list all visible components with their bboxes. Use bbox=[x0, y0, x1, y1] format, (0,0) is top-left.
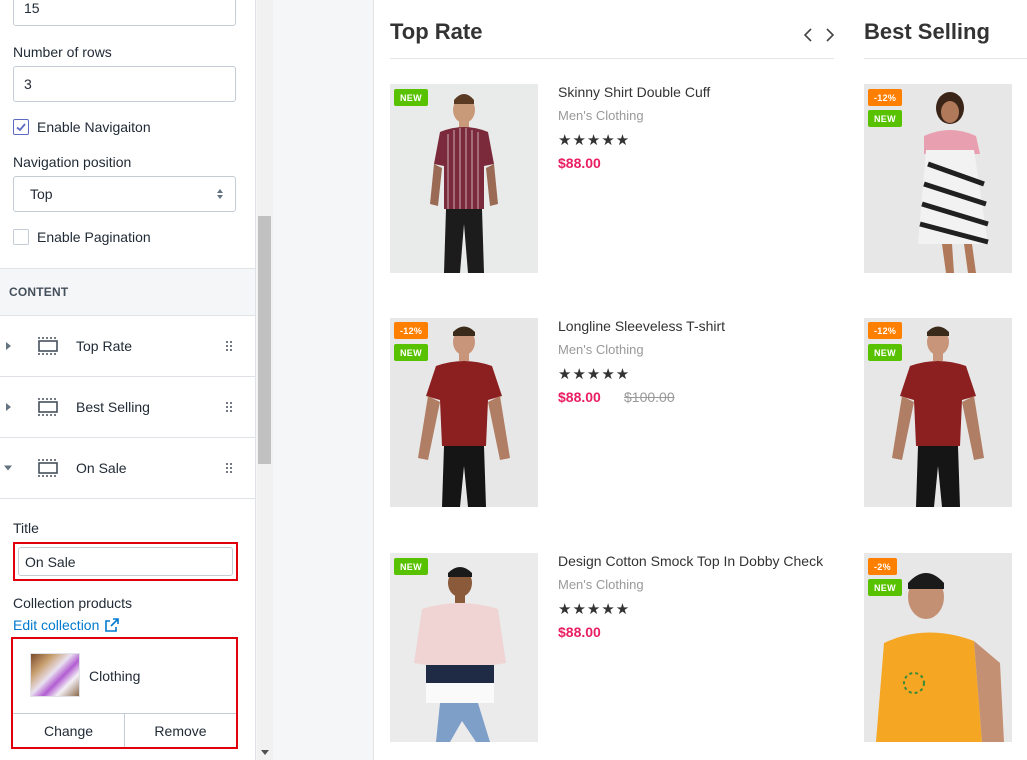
title-label: Title bbox=[13, 520, 39, 536]
preview-gutter bbox=[273, 0, 373, 760]
section-block-icon bbox=[38, 337, 58, 355]
block-row-on-sale[interactable]: On Sale bbox=[0, 438, 255, 499]
enable-navigation-checkbox[interactable] bbox=[13, 119, 29, 135]
external-link-icon bbox=[105, 618, 120, 632]
store-preview: Top Rate Best Selling NEW Skinny Shirt D… bbox=[373, 0, 1027, 760]
badge-sale: -2% bbox=[868, 558, 897, 575]
drag-handle-icon[interactable] bbox=[226, 402, 234, 412]
badge-new: NEW bbox=[394, 344, 428, 361]
product-category[interactable]: Men's Clothing bbox=[558, 108, 644, 123]
rows-input[interactable]: 3 bbox=[13, 66, 236, 102]
caret-right-icon[interactable] bbox=[6, 403, 11, 411]
block-row-top-rate[interactable]: Top Rate bbox=[0, 316, 255, 377]
checkmark-icon bbox=[16, 123, 26, 132]
product-card[interactable]: NEW Design Cotton Smock Top In Dobby Che… bbox=[390, 553, 830, 743]
remove-button[interactable]: Remove bbox=[125, 714, 236, 747]
badge-sale: -12% bbox=[868, 89, 903, 106]
best-selling-divider bbox=[864, 58, 1027, 59]
chevron-left-icon[interactable] bbox=[802, 27, 814, 43]
enable-pagination-label[interactable]: Enable Pagination bbox=[37, 229, 151, 245]
rating-stars: ★★★★★ bbox=[558, 132, 631, 149]
caret-right-icon[interactable] bbox=[6, 342, 11, 350]
product-price: $88.00 bbox=[558, 624, 601, 640]
collection-label: Collection products bbox=[13, 595, 133, 611]
nav-position-value: Top bbox=[30, 186, 53, 202]
product-image[interactable]: -2% NEW bbox=[864, 553, 1012, 742]
block-label: On Sale bbox=[76, 460, 127, 476]
best-selling-title: Best Selling bbox=[864, 19, 990, 44]
product-image[interactable]: -12% NEW bbox=[864, 318, 1012, 507]
section-block-icon bbox=[38, 398, 58, 416]
top-rate-divider bbox=[390, 58, 834, 59]
settings-panel: 15 Number of rows 3 Enable Navigaiton Na… bbox=[0, 0, 256, 760]
block-label: Best Selling bbox=[76, 399, 150, 415]
badge-new: NEW bbox=[868, 344, 902, 361]
enable-pagination-checkbox[interactable] bbox=[13, 229, 29, 245]
product-image[interactable]: NEW bbox=[390, 553, 538, 742]
top-rate-title: Top Rate bbox=[390, 19, 483, 44]
product-image[interactable]: -12% NEW bbox=[864, 84, 1012, 273]
product-old-price: $100.00 bbox=[624, 389, 675, 405]
scrollbar-thumb[interactable] bbox=[258, 216, 271, 464]
title-input[interactable]: On Sale bbox=[18, 547, 233, 576]
section-block-icon bbox=[38, 459, 58, 477]
collection-actions: Change Remove bbox=[13, 713, 236, 747]
edit-collection-link[interactable]: Edit collection bbox=[13, 617, 120, 633]
drag-handle-icon[interactable] bbox=[226, 341, 234, 351]
edit-collection-text[interactable]: Edit collection bbox=[13, 617, 99, 633]
nav-position-select[interactable]: Top bbox=[13, 176, 236, 212]
chevron-right-icon[interactable] bbox=[824, 27, 836, 43]
block-label: Top Rate bbox=[76, 338, 133, 354]
product-name[interactable]: Skinny Shirt Double Cuff bbox=[558, 84, 710, 100]
badge-sale: -12% bbox=[394, 322, 429, 339]
product-card[interactable]: -12% NEW Longline Sleeveless T-shirt Men… bbox=[390, 318, 830, 508]
items-count-input[interactable]: 15 bbox=[13, 0, 236, 26]
scroll-down-icon[interactable] bbox=[261, 750, 269, 755]
title-value: On Sale bbox=[25, 553, 76, 570]
change-button[interactable]: Change bbox=[13, 714, 125, 747]
product-image[interactable]: -12% NEW bbox=[390, 318, 538, 507]
content-section-heading: CONTENT bbox=[0, 268, 255, 316]
product-category[interactable]: Men's Clothing bbox=[558, 577, 644, 592]
select-arrows-icon bbox=[217, 189, 223, 199]
product-name[interactable]: Longline Sleeveless T-shirt bbox=[558, 318, 725, 334]
badge-new: NEW bbox=[868, 579, 902, 596]
rows-value: 3 bbox=[24, 76, 32, 92]
model-figure bbox=[414, 567, 506, 742]
collection-thumbnail bbox=[30, 653, 80, 697]
rating-stars: ★★★★★ bbox=[558, 366, 631, 383]
rating-stars: ★★★★★ bbox=[558, 601, 631, 618]
collection-card: Clothing Change Remove bbox=[11, 637, 238, 749]
badge-new: NEW bbox=[868, 110, 902, 127]
model-figure bbox=[430, 94, 498, 273]
rows-label: Number of rows bbox=[13, 44, 112, 60]
product-price: $88.00 bbox=[558, 389, 601, 405]
nav-position-label: Navigation position bbox=[13, 154, 132, 170]
items-count-value: 15 bbox=[24, 0, 40, 16]
drag-handle-icon[interactable] bbox=[226, 463, 234, 473]
badge-new: NEW bbox=[394, 558, 428, 575]
product-name[interactable]: Design Cotton Smock Top In Dobby Check bbox=[558, 553, 823, 569]
product-image[interactable]: NEW bbox=[390, 84, 538, 273]
collection-name: Clothing bbox=[89, 668, 141, 684]
caret-down-icon[interactable] bbox=[4, 465, 12, 471]
product-category[interactable]: Men's Clothing bbox=[558, 342, 644, 357]
block-row-best-selling[interactable]: Best Selling bbox=[0, 377, 255, 438]
badge-new: NEW bbox=[394, 89, 428, 106]
product-card[interactable]: NEW Skinny Shirt Double Cuff Men's Cloth… bbox=[390, 84, 830, 274]
carousel-nav bbox=[802, 27, 836, 43]
badge-sale: -12% bbox=[868, 322, 903, 339]
enable-navigation-label[interactable]: Enable Navigaiton bbox=[37, 119, 151, 135]
title-input-highlight: On Sale bbox=[13, 542, 238, 581]
theme-editor: 15 Number of rows 3 Enable Navigaiton Na… bbox=[0, 0, 1027, 760]
product-price: $88.00 bbox=[558, 155, 601, 171]
